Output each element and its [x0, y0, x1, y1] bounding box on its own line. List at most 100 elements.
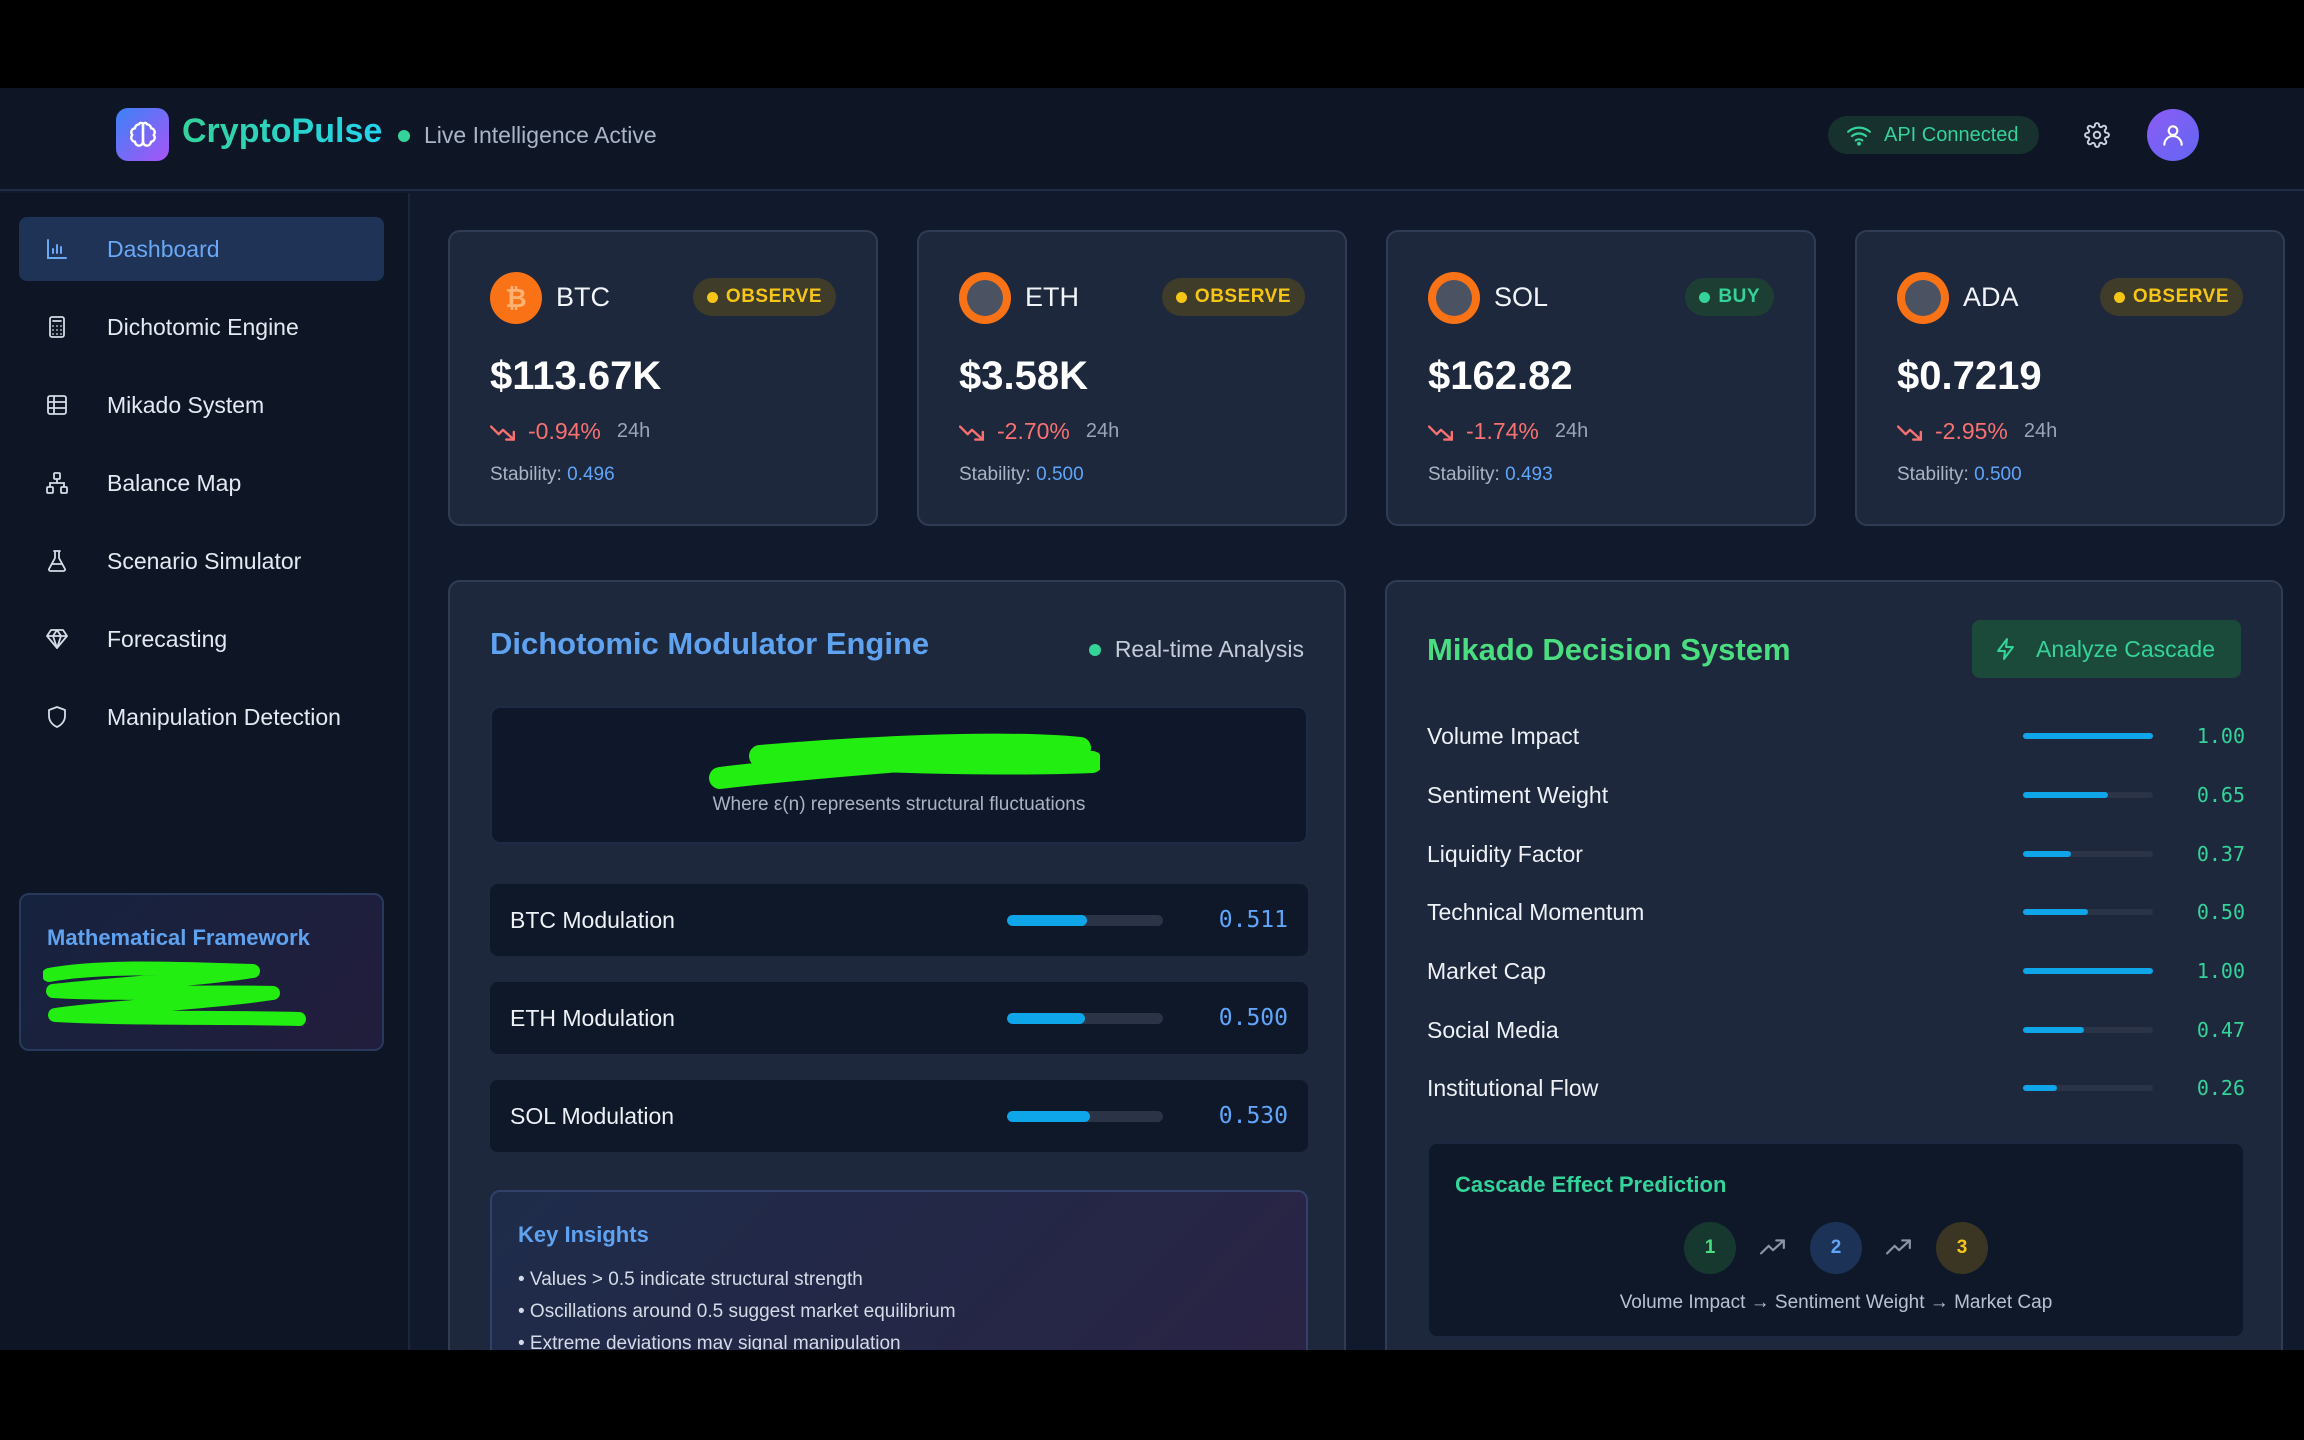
sidebar-item-dichotomic-engine[interactable]: Dichotomic Engine — [19, 295, 384, 359]
trending-up-icon — [1886, 1239, 1911, 1255]
factor-label: Volume Impact — [1427, 722, 1580, 749]
factor-value: 0.47 — [2196, 1018, 2245, 1042]
sidebar-item-scenario-simulator[interactable]: Scenario Simulator — [19, 529, 384, 593]
trending-down-icon — [1897, 424, 1923, 441]
signal-badge: OBSERVE — [1161, 278, 1305, 316]
factor-bar — [2023, 792, 2153, 798]
mikado-panel: Mikado Decision System Analyze Cascade V… — [1385, 580, 2283, 1350]
factor-value: 0.65 — [2196, 783, 2245, 807]
live-status-dot — [398, 129, 410, 142]
factor-bar — [2023, 968, 2153, 974]
api-status-badge: API Connected — [1828, 116, 2039, 154]
wifi-icon — [1847, 126, 1871, 146]
factor-value: 1.00 — [2196, 959, 2245, 983]
factor-bar — [2023, 1027, 2153, 1033]
modulation-row-eth: ETH Modulation 0.500 — [490, 982, 1308, 1054]
cascade-step-3: 3 — [1936, 1222, 1988, 1274]
coin-change: -0.94% 24h — [490, 418, 650, 445]
sidebar-item-balance-map[interactable]: Balance Map — [19, 451, 384, 515]
gear-icon[interactable] — [2080, 118, 2114, 152]
modulation-label: SOL Modulation — [510, 1102, 675, 1129]
coin-stability: Stability: 0.500 — [1897, 464, 2022, 485]
cascade-title: Cascade Effect Prediction — [1455, 1172, 1727, 1197]
bitcoin-icon: ₿ — [490, 272, 542, 324]
user-avatar[interactable] — [2147, 109, 2199, 161]
modulation-label: ETH Modulation — [510, 1004, 675, 1031]
coin-stability: Stability: 0.500 — [959, 464, 1084, 485]
insight-item: • Extreme deviations may signal manipula… — [518, 1333, 901, 1350]
trending-down-icon — [490, 424, 516, 441]
shield-icon — [43, 703, 71, 731]
trending-down-icon — [959, 424, 985, 441]
brand-name[interactable]: CryptoPulse — [182, 112, 382, 151]
modulation-bar — [1007, 1110, 1163, 1122]
bar-chart-icon — [43, 235, 71, 263]
insights-list: • Values > 0.5 indicate structural stren… — [518, 1264, 956, 1350]
coin-card-btc[interactable]: ₿ BTC OBSERVE $113.67K -0.94% 24h Stabili… — [448, 230, 878, 526]
coin-change: -2.95% 24h — [1897, 418, 2057, 445]
coin-card-ada[interactable]: ADA OBSERVE $0.7219 -2.95% 24h Stability:… — [1855, 230, 2285, 526]
coin-card-eth[interactable]: ETH OBSERVE $3.58K -2.70% 24h Stability: … — [917, 230, 1347, 526]
factor-bar — [2023, 733, 2153, 739]
factor-value: 0.26 — [2196, 1076, 2245, 1100]
factor-row: Volume Impact 1.00 — [1427, 716, 2245, 756]
factor-row: Social Media 0.47 — [1427, 1010, 2245, 1050]
modulation-value: 0.530 — [1218, 1103, 1288, 1129]
brain-icon[interactable] — [116, 108, 169, 161]
top-header: CryptoPulse Live Intelligence Active API… — [0, 88, 2304, 191]
factor-value: 1.00 — [2196, 724, 2245, 748]
modulation-row-btc: BTC Modulation 0.511 — [490, 884, 1308, 956]
sidebar-item-label: Dashboard — [107, 235, 220, 262]
insights-title: Key Insights — [518, 1222, 649, 1247]
factor-label: Technical Momentum — [1427, 898, 1645, 925]
key-insights-box: Key Insights • Values > 0.5 indicate str… — [490, 1190, 1308, 1350]
sidebar-item-manipulation-detection[interactable]: Manipulation Detection — [19, 685, 384, 749]
trending-up-icon — [1760, 1239, 1785, 1255]
coin-price: $3.58K — [959, 354, 1088, 398]
cascade-prediction-box: Cascade Effect Prediction 1 2 3 Volume I… — [1427, 1142, 2245, 1338]
coin-icon — [959, 272, 1011, 324]
gem-icon — [43, 625, 71, 653]
framework-title: Mathematical Framework — [47, 925, 310, 950]
factor-label: Sentiment Weight — [1427, 781, 1609, 808]
modulation-value: 0.511 — [1218, 907, 1288, 933]
sidebar-item-dashboard[interactable]: Dashboard — [19, 217, 384, 281]
panel-title: Dichotomic Modulator Engine — [490, 626, 930, 661]
coin-card-sol[interactable]: SOL BUY $162.82 -1.74% 24h Stability: 0.4… — [1386, 230, 1816, 526]
analyze-cascade-button[interactable]: Analyze Cascade — [1972, 620, 2241, 678]
sidebar-item-label: Scenario Simulator — [107, 547, 302, 574]
factor-value: 0.50 — [2196, 900, 2245, 924]
coin-symbol: SOL — [1494, 282, 1549, 312]
lightning-icon — [1997, 638, 2014, 660]
modulation-bar — [1007, 1012, 1163, 1024]
cascade-step-1: 1 — [1684, 1222, 1736, 1274]
formula-box: Where ε(n) represents structural fluctua… — [490, 706, 1308, 844]
trending-down-icon — [1428, 424, 1454, 441]
factor-label: Institutional Flow — [1427, 1074, 1599, 1101]
insight-item: • Values > 0.5 indicate structural stren… — [518, 1269, 863, 1290]
realtime-dot — [1088, 643, 1101, 656]
redaction-scribble — [709, 733, 1100, 789]
cascade-step-2: 2 — [1810, 1222, 1862, 1274]
sidebar-item-forecasting[interactable]: Forecasting — [19, 607, 384, 671]
realtime-text: Real-time Analysis — [1114, 636, 1304, 662]
sidebar-item-label: Manipulation Detection — [107, 703, 341, 730]
coin-price: $162.82 — [1428, 354, 1573, 398]
factor-label: Liquidity Factor — [1427, 840, 1583, 867]
coin-change: -1.74% 24h — [1428, 418, 1588, 445]
realtime-status: Real-time Analysis — [1088, 636, 1304, 663]
coin-icon — [1428, 272, 1480, 324]
coin-stability: Stability: 0.493 — [1428, 464, 1553, 485]
signal-badge: OBSERVE — [2099, 278, 2243, 316]
sidebar-item-label: Balance Map — [107, 469, 242, 496]
modulation-label: BTC Modulation — [510, 906, 675, 933]
user-icon — [2163, 125, 2183, 146]
live-status-text: Live Intelligence Active — [424, 122, 657, 148]
cascade-path: Volume Impact → Sentiment Weight → Marke… — [1619, 1292, 2053, 1313]
factor-row: Liquidity Factor 0.37 — [1427, 834, 2245, 874]
sidebar: Dashboard Dichotomic Engine Mikado Syste… — [0, 193, 410, 1350]
factor-bar — [2023, 909, 2153, 915]
coin-icon — [1897, 272, 1949, 324]
insight-item: • Oscillations around 0.5 suggest market… — [518, 1301, 956, 1322]
sidebar-item-mikado-system[interactable]: Mikado System — [19, 373, 384, 437]
